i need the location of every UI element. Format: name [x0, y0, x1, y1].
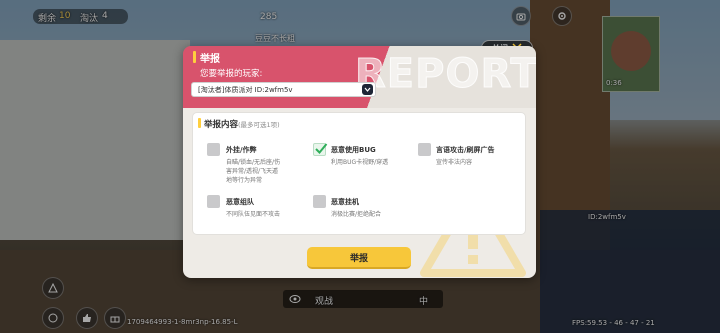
checkmark-icon	[315, 143, 328, 154]
checkbox-afk[interactable]	[313, 195, 326, 208]
option-desc-teaming: 不同队伍见面不攻击	[226, 211, 281, 218]
report-watermark: REPORT	[355, 51, 536, 98]
content-title-text: 举报内容	[204, 120, 239, 130]
checkbox-teaming[interactable]	[207, 195, 220, 208]
dropdown-toggle[interactable]	[362, 84, 373, 95]
option-label-afk: 恶意挂机	[331, 198, 359, 206]
report-dialog: 举报 您要举报的玩家: REPORT [淘汰者]体质派对 ID:2wfm5v 举…	[183, 46, 536, 278]
checkbox-cheating[interactable]	[207, 143, 220, 156]
title-accent-bar	[193, 51, 196, 63]
checkbox-verbal-abuse[interactable]	[418, 143, 431, 156]
content-title: 举报内容(最多可选1项)	[204, 118, 280, 130]
dialog-header: 举报 您要举报的玩家: REPORT [淘汰者]体质派对 ID:2wfm5v	[183, 46, 536, 108]
player-prompt: 您要举报的玩家:	[200, 69, 263, 79]
option-label-teaming: 恶意组队	[226, 198, 254, 206]
option-label-cheating: 外挂/作弊	[226, 146, 257, 154]
option-desc-bug-abuse: 利用BUG卡视野/穿透	[331, 159, 389, 166]
option-label-bug-abuse: 恶意使用BUG	[331, 146, 376, 154]
submit-report-button[interactable]: 举报	[307, 247, 411, 269]
player-select[interactable]: [淘汰者]体质派对 ID:2wfm5v	[191, 82, 376, 97]
player-select-value: [淘汰者]体质派对 ID:2wfm5v	[198, 85, 293, 94]
option-desc-cheating: 自瞄/锁血/无后座/伤害异常/透视/飞天遁地等行为异常	[226, 159, 281, 184]
option-label-verbal-abuse: 言语攻击/刷屏广告	[436, 146, 495, 154]
option-desc-verbal-abuse: 宣传非法内容	[436, 159, 473, 166]
content-accent-bar	[198, 118, 201, 128]
option-desc-afk: 消极比赛/拒绝配合	[331, 211, 382, 218]
dialog-title: 举报	[200, 54, 220, 65]
checkbox-bug-abuse[interactable]	[313, 143, 328, 156]
report-content-panel: 举报内容(最多可选1项) 外挂/作弊 自瞄/锁血/无后座/伤害异常/透视/飞天遁…	[192, 112, 526, 235]
content-subtitle: (最多可选1项)	[238, 121, 280, 129]
chevron-down-icon	[364, 87, 371, 92]
